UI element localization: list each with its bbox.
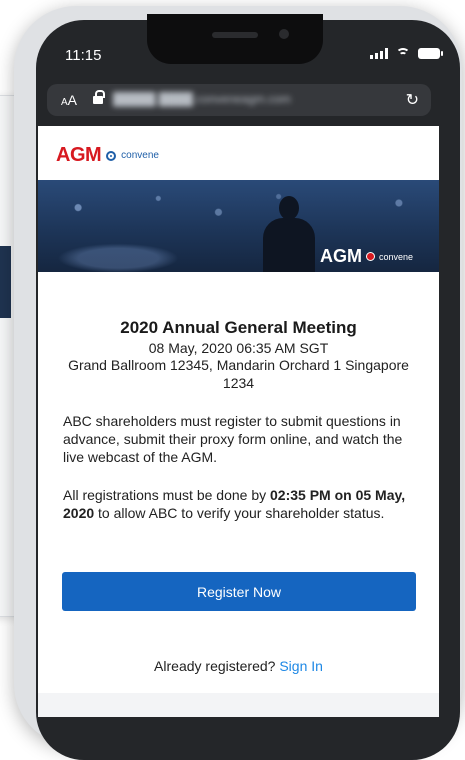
speaker-grille [212,32,258,38]
text-size-button[interactable]: AA [61,92,77,108]
hero-convene-mark-icon [366,252,375,261]
sign-in-prompt: Already registered? Sign In [38,658,439,674]
address-bar[interactable]: AA █████.████.conveneagm.com ↻ [47,84,431,116]
deadline-suffix: to allow ABC to verify your shareholder … [94,505,385,521]
meeting-title: 2020 Annual General Meeting [120,318,357,337]
info-paragraph-registration: ABC shareholders must register to submit… [63,413,403,465]
info-paragraph-deadline: All registrations must be done by 02:35 … [38,486,439,522]
sign-in-link[interactable]: Sign In [279,658,323,674]
front-camera [279,29,289,39]
agm-convene-logo[interactable]: AGM convene [56,144,159,167]
cellular-signal-icon [370,48,388,59]
convene-mark-icon [106,150,117,161]
speaker-silhouette [263,196,315,272]
hero-logo-convene-text: convene [379,251,414,262]
hero-banner: AGM convene [38,180,439,272]
lock-icon [93,90,105,104]
logo-convene-text: convene [121,150,159,161]
status-icons [370,48,443,59]
register-now-button[interactable]: Register Now [62,572,416,611]
meeting-venue: Grand Ballroom 12345, Mandarin Orchard 1… [68,357,409,391]
meeting-details: 2020 Annual General Meeting 08 May, 2020… [38,318,439,392]
logo-agm-text: AGM [56,144,102,166]
web-page: AGM convene AGM convene 2020 Annual Gene… [38,126,439,717]
deadline-prefix: All registrations must be done by [63,487,270,503]
site-header: AGM convene [38,126,439,180]
wifi-icon [396,48,410,59]
hero-logo: AGM convene [320,246,413,267]
background-banner [0,246,11,318]
url-text[interactable]: █████.████.conveneagm.com [113,92,391,108]
already-registered-text: Already registered? [154,658,276,674]
status-time: 11:15 [65,47,102,64]
page-footer [38,693,439,717]
phone-notch [147,14,323,64]
battery-icon [418,48,443,59]
reload-icon[interactable]: ↻ [406,90,419,110]
hero-logo-agm-text: AGM [320,246,362,266]
meeting-datetime: 08 May, 2020 06:35 AM SGT [148,340,329,356]
